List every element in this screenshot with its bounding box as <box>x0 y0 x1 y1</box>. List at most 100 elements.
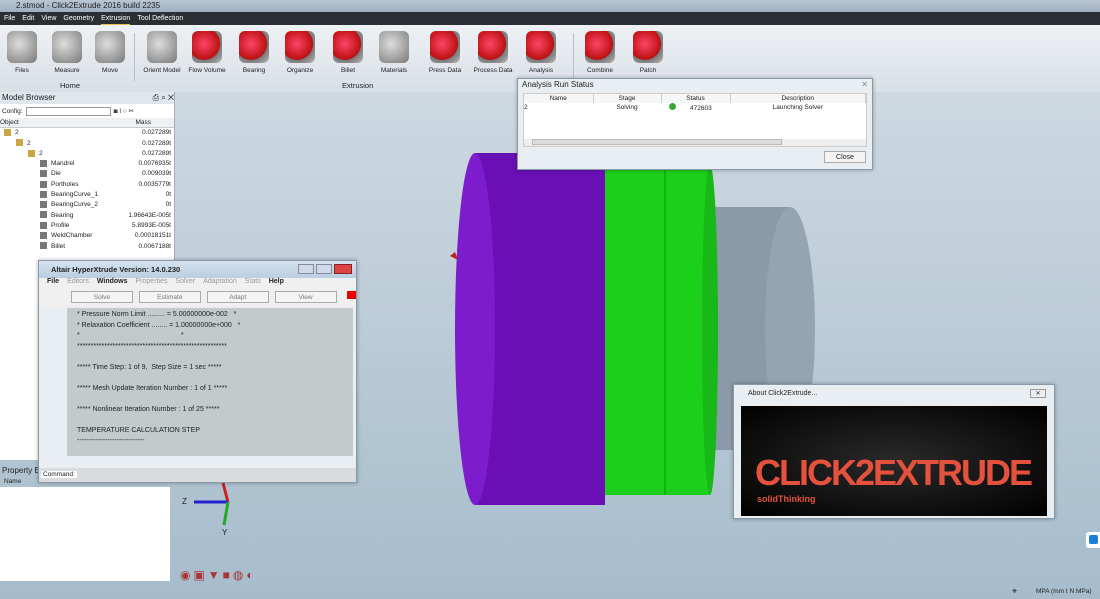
ribbon-button-label: Combine <box>586 67 613 74</box>
estimate-button[interactable]: Estimate <box>138 291 201 303</box>
hx-menu-file[interactable]: File <box>47 278 59 288</box>
ribbon-analysis-button[interactable]: Analysis <box>519 31 563 74</box>
assembly-icon <box>4 129 11 137</box>
ribbon-organize-button[interactable]: Organize <box>278 31 322 74</box>
tree-item-name: Bearing <box>0 211 73 221</box>
tree-item-mass: 0.009039t <box>142 170 171 178</box>
ribbon-process-data-button[interactable]: Process Data <box>471 31 515 74</box>
patch-icon <box>633 31 663 63</box>
part-icon <box>40 159 47 167</box>
menu-file[interactable]: File <box>4 12 15 25</box>
ribbon-orient-model-button[interactable]: Orient Model <box>140 31 184 74</box>
tree-item[interactable]: 2 0.027289t <box>0 128 174 138</box>
hx-menu-properties[interactable]: Properties <box>136 278 168 288</box>
tree-item[interactable]: Billet 0.0067188t <box>0 242 174 252</box>
ribbon-press-data-button[interactable]: Press Data <box>423 31 467 74</box>
hyperxtrude-titlebar: Altair HyperXtrude Version: 14.0.230 <box>39 261 356 278</box>
maximize-button[interactable] <box>316 264 332 274</box>
cell-status: 472603 <box>661 103 730 112</box>
ribbon-button-label: Measure <box>54 67 80 74</box>
about-titlebar: About Click2Extrude... ✕ <box>734 385 1054 402</box>
close-button[interactable] <box>334 264 352 274</box>
solve-button[interactable]: Solve <box>71 291 133 303</box>
tree-item[interactable]: Die 0.009039t <box>0 169 174 179</box>
arrow-marker <box>450 252 458 260</box>
billet-face[interactable] <box>455 153 495 505</box>
camera-icon[interactable]: ◙ ǀ ○ ✂ <box>114 107 134 115</box>
ribbon-move-button[interactable]: Move <box>88 31 132 74</box>
axis-y-label: Y <box>222 528 228 537</box>
tree-item-name: Profile <box>0 221 69 231</box>
hx-menu-windows[interactable]: Windows <box>97 278 128 288</box>
command-label: Command: <box>41 471 77 478</box>
column-stage[interactable]: Stage <box>593 94 662 103</box>
tree-item[interactable]: BearingCurve_2 0t <box>0 200 174 210</box>
tree-item-label: Bearing <box>51 211 74 219</box>
tree-item[interactable]: Bearing 1.96643E-005t <box>0 211 174 221</box>
menu-geometry[interactable]: Geometry <box>63 12 94 25</box>
part-icon <box>40 201 47 209</box>
column-status[interactable]: Status <box>661 94 731 103</box>
hx-menu-solver[interactable]: Solver <box>175 278 195 288</box>
config-select[interactable] <box>25 106 111 116</box>
part-icon <box>40 242 47 250</box>
crosshair-icon[interactable]: ⌖ <box>1012 586 1017 597</box>
units-indicator[interactable]: MPA (mm t N MPa) <box>1036 588 1092 595</box>
teamviewer-icon[interactable] <box>1086 532 1100 548</box>
tree-item[interactable]: 2 0.027289t <box>0 139 174 149</box>
column-object[interactable]: Object <box>0 118 19 127</box>
stop-icon[interactable] <box>346 291 356 299</box>
menu-tool-deflection[interactable]: Tool Deflection <box>137 12 183 25</box>
table-row[interactable]: 2 Solving 472603 Launching Solver <box>524 103 866 112</box>
tree-item[interactable]: BearingCurve_1 0t <box>0 190 174 200</box>
analysis-run-status-title: Analysis Run Status <box>522 80 594 89</box>
tree-item[interactable]: WeldChamber 0.00018151t <box>0 231 174 241</box>
ribbon-measure-button[interactable]: Measure <box>45 31 89 74</box>
column-description[interactable]: Description <box>730 94 866 103</box>
ribbon-patch-button[interactable]: Patch <box>626 31 670 74</box>
part-icon <box>40 180 47 188</box>
close-button[interactable]: Close <box>824 151 866 163</box>
tree-item[interactable]: Profile 5.8993E-005t <box>0 221 174 231</box>
hx-menu-stats[interactable]: Stats <box>245 278 261 288</box>
column-name[interactable]: Name <box>524 94 594 103</box>
ribbon-flow-volume-button[interactable]: Flow Volume <box>185 31 229 74</box>
die-body[interactable] <box>600 165 710 495</box>
column-mass[interactable]: Mass <box>135 118 151 127</box>
tree-item-mass: 0t <box>165 201 171 209</box>
menu-edit[interactable]: Edit <box>22 12 34 25</box>
close-button[interactable]: ✕ <box>1030 389 1046 398</box>
solver-console[interactable]: * Pressure Norm Limit ......... = 5.0000… <box>67 308 353 456</box>
view-button[interactable]: View <box>274 291 337 303</box>
hx-menu-adaptation[interactable]: Adaptation <box>203 278 236 288</box>
hyperxtrude-toolbar: Solve Estimate Adapt View <box>39 288 356 306</box>
ribbon-button-label: Materials <box>380 67 408 74</box>
ribbon-bearing-button[interactable]: Bearing <box>232 31 276 74</box>
ribbon-group-extrusion: Extrusion <box>342 81 374 90</box>
close-icon[interactable]: ✕ <box>861 80 868 89</box>
ribbon-files-button[interactable]: Files <box>0 31 44 74</box>
hx-menu-editors[interactable]: Editors <box>67 278 89 288</box>
menu-view[interactable]: View <box>41 12 56 25</box>
tree-item[interactable]: Mandrel 0.0076935t <box>0 159 174 169</box>
hx-menu-help[interactable]: Help <box>269 278 284 288</box>
adapt-button[interactable]: Adapt <box>206 291 269 303</box>
tree-item-mass: 0.0067188t <box>138 242 171 250</box>
tree-item[interactable]: 2 0.027289t <box>0 149 174 159</box>
bearing-icon <box>239 31 269 63</box>
horizontal-scrollbar[interactable] <box>524 139 866 146</box>
tree-item[interactable]: Portholes 0.0035779t <box>0 180 174 190</box>
model-browser-header: Model Browser ⎙ ⌕ ✕ <box>0 92 174 104</box>
ribbon-combine-button[interactable]: Combine <box>578 31 622 74</box>
model-browser-title: Model Browser <box>2 93 56 102</box>
tree-item-label: Billet <box>51 242 66 250</box>
ribbon-button-label: Process Data <box>473 67 513 74</box>
organize-icon <box>285 31 315 63</box>
menu-extrusion[interactable]: Extrusion <box>101 12 131 25</box>
tree-item-name: WeldChamber <box>0 231 92 241</box>
minimize-button[interactable] <box>298 264 314 274</box>
ribbon-billet-button[interactable]: Billet <box>326 31 370 74</box>
view-toolbar[interactable]: ◉▣▼■◍◐ <box>180 568 257 582</box>
close-icon[interactable]: ⎙ ⌕ ✕ <box>153 92 174 104</box>
ribbon-materials-button[interactable]: Materials <box>372 31 416 74</box>
